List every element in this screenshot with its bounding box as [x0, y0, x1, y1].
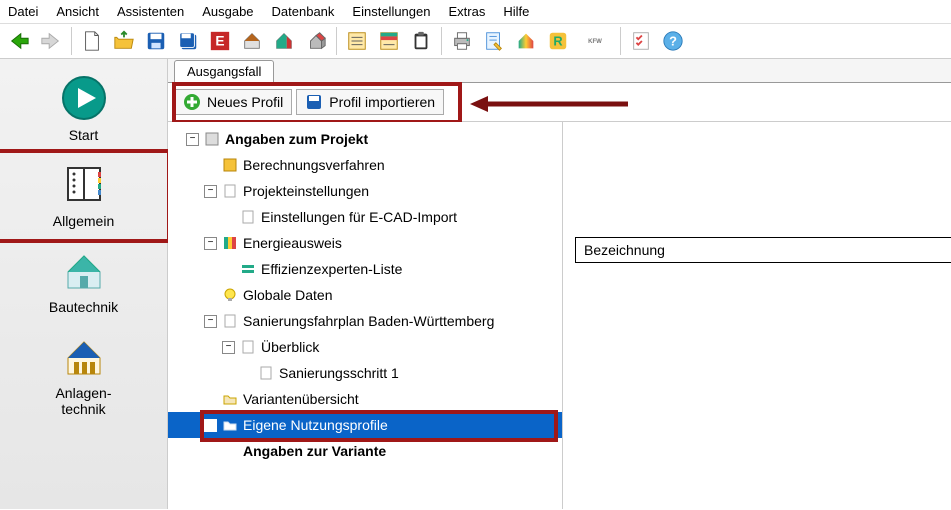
list-color-button[interactable] — [374, 27, 404, 55]
list-button[interactable] — [342, 27, 372, 55]
tree-node-globale-daten[interactable]: Globale Daten — [168, 282, 562, 308]
energy-icon — [221, 234, 239, 252]
menu-datenbank[interactable]: Datenbank — [272, 4, 335, 19]
collapse-icon[interactable]: − — [222, 341, 235, 354]
calc-icon — [221, 156, 239, 174]
menu-hilfe[interactable]: Hilfe — [503, 4, 529, 19]
tree-node-energieausweis[interactable]: − Energieausweis — [168, 230, 562, 256]
page-icon — [239, 208, 257, 226]
print-button[interactable] — [447, 27, 477, 55]
sidebar-item-start[interactable]: Start — [0, 67, 167, 153]
tree-node-variantenuebersicht[interactable]: Variantenübersicht — [168, 386, 562, 412]
help-button[interactable]: ? — [658, 27, 688, 55]
tree-node-berechnung[interactable]: Berechnungsverfahren — [168, 152, 562, 178]
tree-node-angaben-variante[interactable]: Angaben zur Variante — [168, 438, 562, 464]
house-gray-button[interactable] — [237, 27, 267, 55]
tab-strip: Ausgangsfall — [168, 59, 951, 83]
sidebar-label: Anlagen- technik — [55, 385, 111, 417]
sidebar-item-bautechnik[interactable]: Bautechnik — [0, 239, 167, 325]
new-profile-label: Neues Profil — [207, 94, 283, 110]
nav-back-button[interactable] — [4, 27, 34, 55]
checklist-button[interactable] — [626, 27, 656, 55]
page-icon — [221, 312, 239, 330]
list-green-icon — [239, 260, 257, 278]
r-button[interactable]: R — [543, 27, 573, 55]
house-3d-button[interactable] — [301, 27, 331, 55]
page-icon — [221, 182, 239, 200]
svg-text:R: R — [553, 34, 562, 49]
tree-node-ecad-import[interactable]: Einstellungen für E-CAD-Import — [168, 204, 562, 230]
grid-column-bezeichnung[interactable]: Bezeichnung — [575, 237, 951, 263]
svg-text:E: E — [215, 34, 224, 49]
menu-ansicht[interactable]: Ansicht — [56, 4, 99, 19]
clipboard-button[interactable] — [406, 27, 436, 55]
sidebar-label: Bautechnik — [49, 299, 118, 315]
edit-doc-button[interactable] — [479, 27, 509, 55]
tree-node-ueberblick[interactable]: − Überblick — [168, 334, 562, 360]
house-icon — [54, 245, 114, 295]
collapse-icon[interactable]: − — [186, 133, 199, 146]
collapse-icon[interactable]: − — [204, 185, 217, 198]
e-button[interactable]: E — [205, 27, 235, 55]
save-all-button[interactable] — [173, 27, 203, 55]
svg-text:KFW: KFW — [588, 39, 602, 45]
sidebar-item-anlagentechnik[interactable]: Anlagen- technik — [0, 325, 167, 427]
new-file-button[interactable] — [77, 27, 107, 55]
collapse-icon[interactable]: − — [204, 237, 217, 250]
menu-extras[interactable]: Extras — [448, 4, 485, 19]
energy-house-button[interactable] — [511, 27, 541, 55]
open-file-button[interactable] — [109, 27, 139, 55]
folder-icon — [221, 416, 239, 434]
save-button[interactable] — [141, 27, 171, 55]
play-icon — [54, 73, 114, 123]
menu-ausgabe[interactable]: Ausgabe — [202, 4, 253, 19]
tab-ausgangsfall[interactable]: Ausgangsfall — [174, 60, 274, 83]
house-colored-button[interactable] — [269, 27, 299, 55]
svg-text:?: ? — [669, 34, 677, 49]
tree-node-angaben-projekt[interactable]: − Angaben zum Projekt — [168, 126, 562, 152]
tree-node-effizienzexperten[interactable]: Effizienzexperten-Liste — [168, 256, 562, 282]
tree-node-eigene-nutzungsprofile[interactable]: Eigene Nutzungsprofile — [168, 412, 562, 438]
sidebar-label: Start — [69, 127, 99, 143]
sidebar-label: Allgemein — [53, 213, 114, 229]
bulb-icon — [221, 286, 239, 304]
folder-icon — [221, 390, 239, 408]
binder-small-icon — [203, 130, 221, 148]
detail-pane: Bezeichnung — [563, 122, 951, 509]
import-profile-label: Profil importieren — [329, 94, 435, 110]
tree-node-sanierungsfahrplan[interactable]: − Sanierungsfahrplan Baden-Württemberg — [168, 308, 562, 334]
house-tech-icon — [54, 331, 114, 381]
page-icon — [257, 364, 275, 382]
menu-bar: Datei Ansicht Assistenten Ausgabe Datenb… — [0, 0, 951, 24]
toolbar: E R KFW ? — [0, 24, 951, 59]
collapse-icon[interactable]: − — [204, 315, 217, 328]
nav-forward-button[interactable] — [36, 27, 66, 55]
binder-icon — [54, 159, 114, 209]
kfw-button[interactable]: KFW — [575, 27, 615, 55]
menu-assistenten[interactable]: Assistenten — [117, 4, 184, 19]
sidebar-item-allgemein[interactable]: Allgemein — [0, 153, 167, 239]
tree-node-sanierungsschritt[interactable]: Sanierungsschritt 1 — [168, 360, 562, 386]
tree-node-projekteinstellungen[interactable]: − Projekteinstellungen — [168, 178, 562, 204]
import-profile-button[interactable]: Profil importieren — [296, 89, 444, 115]
profile-toolbar: Neues Profil Profil importieren — [168, 83, 951, 122]
menu-datei[interactable]: Datei — [8, 4, 38, 19]
page-icon — [239, 338, 257, 356]
menu-einstellungen[interactable]: Einstellungen — [352, 4, 430, 19]
new-profile-button[interactable]: Neues Profil — [174, 89, 292, 115]
sidebar-nav: Start Allgemein Bautechnik Anlagen- tech… — [0, 59, 168, 509]
project-tree[interactable]: − Angaben zum Projekt Berechnungsverfahr… — [168, 122, 563, 509]
